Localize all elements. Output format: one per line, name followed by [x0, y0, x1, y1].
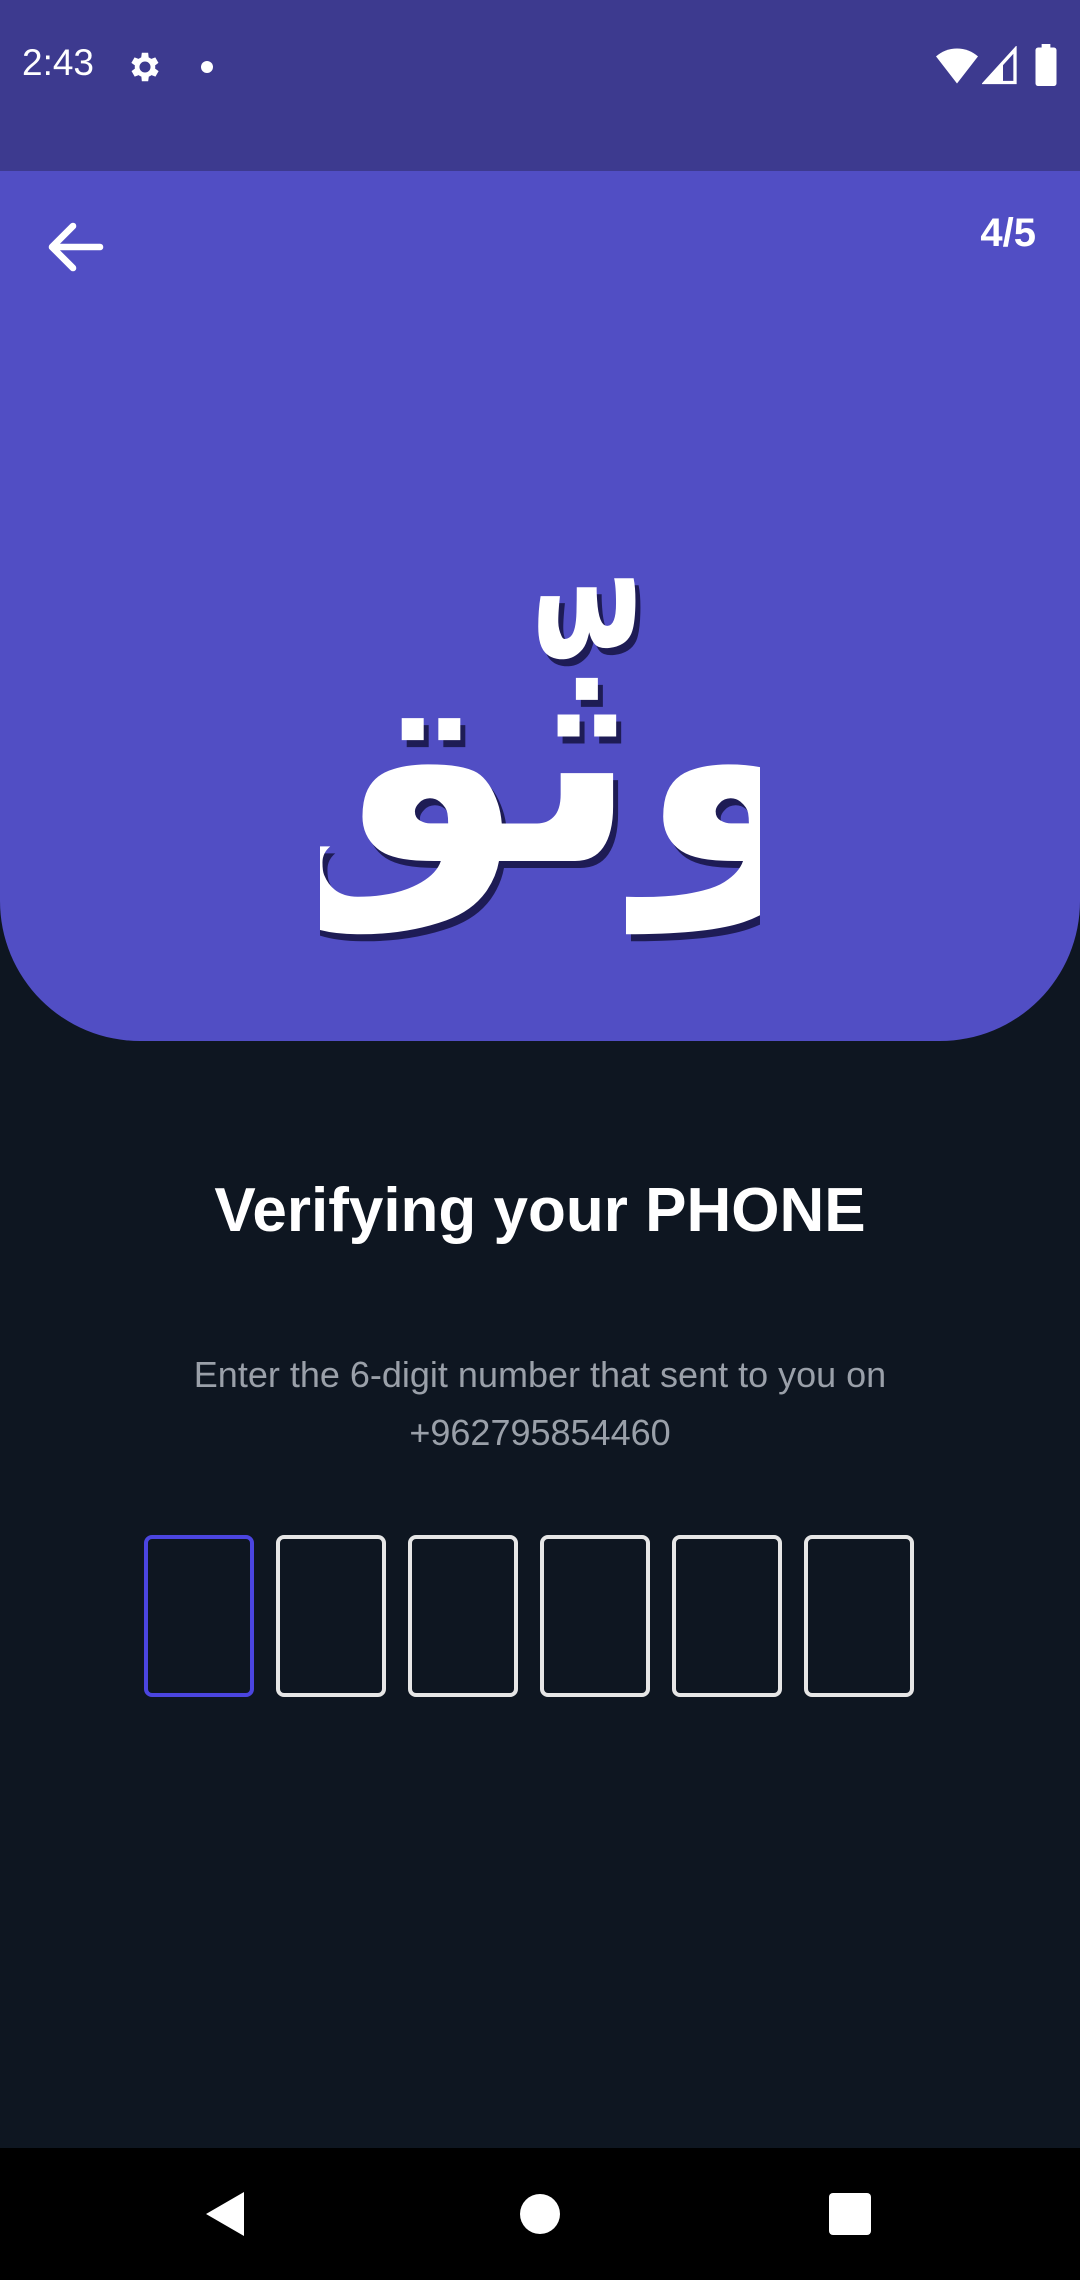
phone-number: +962795854460: [409, 1412, 671, 1453]
app-logo: وثّق وثّق: [320, 577, 760, 943]
step-counter: 4/5: [980, 211, 1036, 255]
recents-square-icon[interactable]: [829, 2193, 871, 2235]
logo-text-front: وثّق: [320, 577, 760, 936]
battery-icon: [1035, 44, 1057, 86]
otp-input-group: [144, 1535, 914, 1697]
otp-digit-3[interactable]: [408, 1535, 518, 1697]
otp-digit-4[interactable]: [540, 1535, 650, 1697]
wifi-icon: [936, 48, 978, 84]
instruction-text: Enter the 6-digit number that sent to yo…: [100, 1346, 980, 1462]
page-title: Verifying your PHONE: [214, 1176, 866, 1245]
otp-digit-5[interactable]: [672, 1535, 782, 1697]
otp-digit-6[interactable]: [804, 1535, 914, 1697]
status-bar: 2:43: [0, 0, 1080, 171]
signal-icon: [982, 46, 1017, 85]
status-time: 2:43: [22, 42, 95, 83]
screen: 2:43 4/5 وثّق وثّق Verifying your PHONE …: [0, 0, 1080, 2280]
otp-digit-2[interactable]: [276, 1535, 386, 1697]
arrow-left-icon[interactable]: [40, 211, 112, 283]
header: 4/5 وثّق وثّق: [0, 171, 1080, 1041]
notification-dot-icon: [201, 61, 213, 73]
otp-digit-1[interactable]: [144, 1535, 254, 1697]
back-triangle-icon[interactable]: [202, 2190, 248, 2238]
home-circle-icon[interactable]: [520, 2194, 560, 2234]
gear-icon: [131, 52, 159, 82]
navigation-bar: [0, 2148, 1080, 2280]
instruction-line: Enter the 6-digit number that sent to yo…: [193, 1354, 887, 1395]
